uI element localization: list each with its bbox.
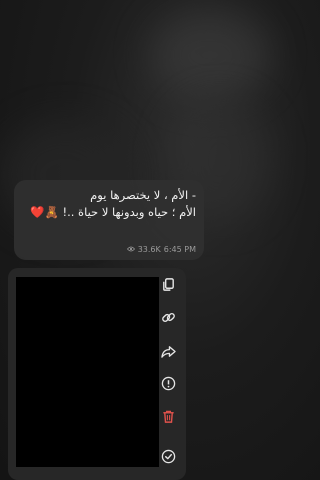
forward-button[interactable] [158, 341, 178, 361]
copy-button[interactable] [158, 274, 178, 294]
view-count: 33.6K [137, 245, 161, 254]
forward-icon [160, 345, 176, 358]
message-line-1: - الأم ، لا يختصرها يوم [90, 188, 196, 202]
eye-icon [126, 245, 135, 254]
delete-button[interactable] [158, 406, 178, 426]
info-button[interactable] [158, 373, 178, 393]
media-preview[interactable] [16, 277, 159, 467]
message-meta: 33.6K 6:45 PM [126, 245, 196, 254]
copy-icon [162, 277, 174, 291]
message-time: 6:45 PM [163, 245, 196, 254]
message-bubble[interactable]: - الأم ، لا يختصرها يوم الأم ؛ حياه وبدو… [14, 180, 204, 260]
link-icon [161, 312, 175, 322]
select-icon [161, 449, 175, 463]
message-line-2: الأم ؛ حياه وبدونها لا حياة ..! 🧸❤️ [30, 205, 196, 219]
info-icon [161, 376, 175, 390]
delete-icon [162, 410, 174, 423]
copy-link-button[interactable] [158, 307, 178, 327]
background-blur [150, 10, 270, 100]
select-button[interactable] [158, 446, 178, 466]
